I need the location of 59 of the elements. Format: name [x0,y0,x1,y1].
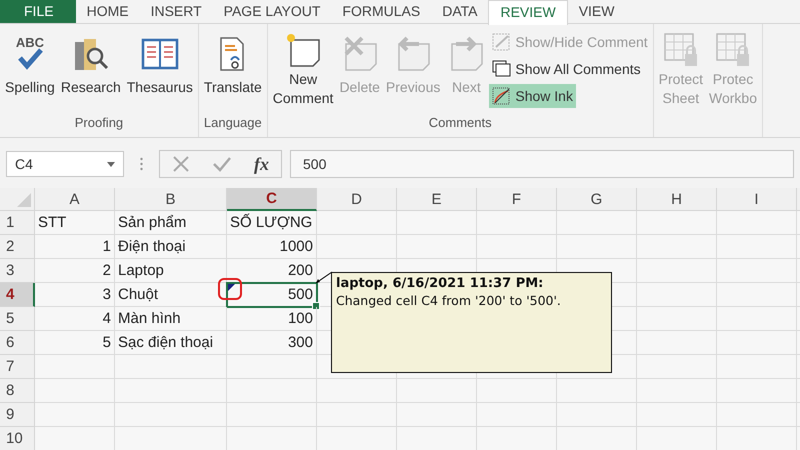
ribbon-button[interactable]: Translate [200,28,265,110]
table-cell: Laptop [115,259,227,283]
column-header[interactable]: G [557,188,637,211]
ribbon-button[interactable]: Show All Comments [489,57,644,81]
table-cell: 4 [35,307,115,331]
column-header[interactable]: F [477,188,557,211]
ribbon-button[interactable]: Research [58,28,124,110]
ribbon-tab[interactable]: INSERT [140,0,213,23]
ribbon-button[interactable]: Show Ink [489,84,576,108]
column-header[interactable]: D [317,188,397,211]
table-cell: SỐ LƯỢNG [227,211,317,235]
table-cell: Điện thoại [115,235,227,259]
ribbon-tab[interactable]: FORMULAS [331,0,432,23]
ribbon-tab[interactable]: PAGE LAYOUT [212,0,332,23]
table-cell: 300 [227,331,317,355]
table-cell: 500 [227,283,317,307]
column-header[interactable]: A [35,188,115,211]
row-header[interactable]: 2 [0,235,35,259]
row-header[interactable]: 7 [0,355,35,379]
table-cell: 100 [227,307,317,331]
table-cell: 3 [35,283,115,307]
group-label: Comments [428,114,493,132]
table-cell: Màn hình [115,307,227,331]
ribbon-button[interactable]: Thesaurus [124,28,196,110]
row-header[interactable]: 10 [0,427,35,450]
formula-field[interactable]: 500 [290,150,794,178]
table-cell: Chuột [115,283,227,307]
ribbon-tab[interactable]: DATA [431,0,488,23]
ribbon-tab[interactable]: HOME [76,0,140,23]
row-header[interactable]: 6 [0,331,35,355]
row-header[interactable]: 9 [0,403,35,427]
row-header[interactable]: 8 [0,379,35,403]
column-header[interactable]: C [227,188,317,211]
ribbon-tab[interactable]: VIEW [568,0,626,23]
comment-text: Changed cell C4 from '200' to '500'. [336,292,562,309]
row-header[interactable]: 1 [0,211,35,235]
group-label: Language [202,114,263,132]
column-header[interactable]: H [637,188,717,211]
ribbon-tab[interactable]: REVIEW [488,0,568,25]
table-cell: 1 [35,235,115,259]
table-cell: 5 [35,331,115,355]
table-cell: Sản phẩm [115,211,227,235]
table-cell: 2 [35,259,115,283]
row-header[interactable]: 4 [0,283,35,307]
group-label: Proofing [74,114,124,132]
column-header[interactable]: E [397,188,477,211]
table-cell: STT [35,211,115,235]
ribbon-tab[interactable]: FILE [0,0,76,23]
ribbon-button[interactable]: ABC Spelling [2,28,58,110]
table-cell: Sạc điện thoại [115,331,227,355]
name-box[interactable]: C4 [6,151,124,177]
table-cell: 1000 [227,235,317,259]
ribbon-button[interactable]: New Comment [270,28,336,110]
comment-author: laptop, 6/16/2021 11:37 PM: [336,275,544,292]
row-header[interactable]: 3 [0,259,35,283]
insert-function-button[interactable]: fx [254,154,269,174]
column-header[interactable]: I [717,188,797,211]
row-header[interactable]: 5 [0,307,35,331]
column-header[interactable]: B [115,188,227,211]
